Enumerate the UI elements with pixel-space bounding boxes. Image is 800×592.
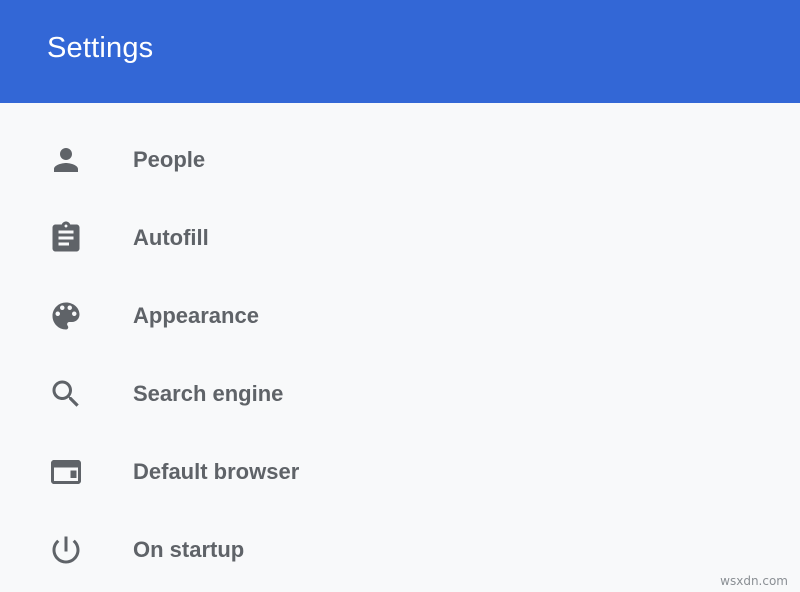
menu-item-search-engine[interactable]: Search engine — [0, 354, 800, 432]
palette-icon — [48, 298, 84, 334]
search-icon — [48, 376, 84, 412]
menu-item-people[interactable]: People — [0, 120, 800, 198]
menu-item-default-browser[interactable]: Default browser — [0, 432, 800, 510]
page-title: Settings — [47, 32, 154, 64]
menu-item-on-startup[interactable]: On startup — [0, 510, 800, 588]
watermark: wsxdn.com — [720, 574, 788, 588]
menu-item-label: Appearance — [133, 303, 259, 328]
menu-item-label: On startup — [133, 537, 245, 562]
clipboard-icon — [48, 220, 84, 256]
menu-item-label: Default browser — [133, 459, 300, 484]
menu-item-label: People — [133, 147, 206, 172]
menu-item-appearance[interactable]: Appearance — [0, 276, 800, 354]
person-icon — [48, 142, 84, 178]
settings-header: Settings — [0, 0, 800, 103]
menu-item-label: Autofill — [133, 225, 209, 250]
power-icon — [48, 532, 84, 568]
settings-menu: People Autofill Appearance Search engine… — [0, 103, 800, 592]
menu-item-autofill[interactable]: Autofill — [0, 198, 800, 276]
browser-window-icon — [48, 454, 84, 490]
menu-item-label: Search engine — [133, 381, 284, 406]
